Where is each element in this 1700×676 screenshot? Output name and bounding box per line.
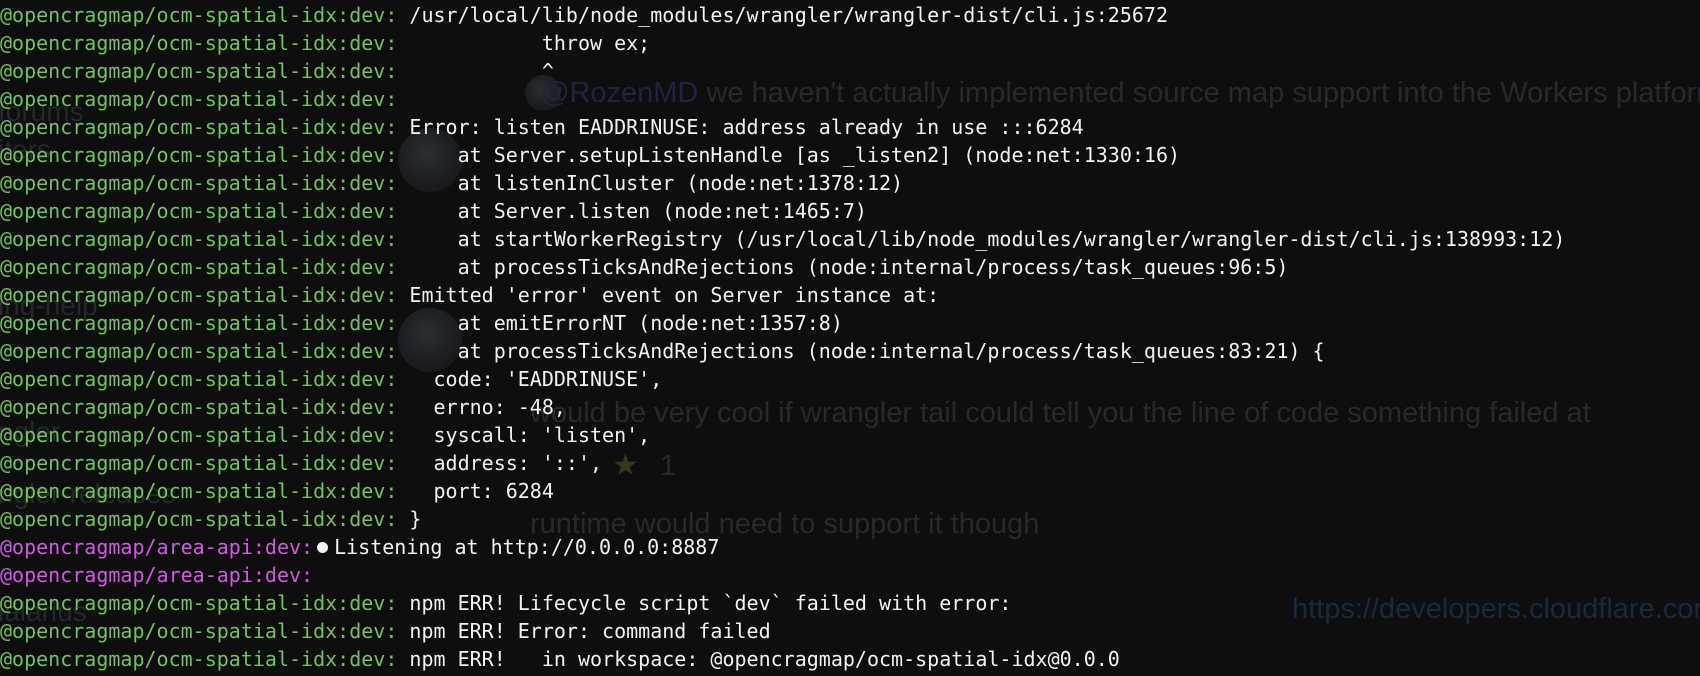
- workspace-prefix: @opencragmap/ocm-spatial-idx:dev:: [0, 143, 398, 167]
- terminal-line-text: /usr/local/lib/node_modules/wrangler/wra…: [397, 3, 1168, 27]
- workspace-prefix: @opencragmap/ocm-spatial-idx:dev:: [0, 3, 398, 27]
- workspace-prefix: @opencragmap/ocm-spatial-idx:dev:: [0, 591, 398, 615]
- terminal-line: @opencragmap/ocm-spatial-idx:dev: errno:…: [0, 393, 1700, 421]
- workspace-prefix: @opencragmap/ocm-spatial-idx:dev:: [0, 87, 398, 111]
- terminal-line-text: at listenInCluster (node:net:1378:12): [397, 171, 904, 195]
- terminal-line-text: code: 'EADDRINUSE',: [397, 367, 663, 391]
- terminal-line: @opencragmap/area-api:dev: Listening at h…: [0, 533, 1700, 561]
- workspace-prefix: @opencragmap/ocm-spatial-idx:dev:: [0, 171, 398, 195]
- workspace-prefix: @opencragmap/ocm-spatial-idx:dev:: [0, 619, 398, 643]
- terminal-line-text: Listening at http://0.0.0.0:8887: [334, 535, 720, 559]
- terminal-line-text: at startWorkerRegistry (/usr/local/lib/n…: [397, 227, 1566, 251]
- terminal-line-text: at emitErrorNT (node:net:1357:8): [397, 311, 843, 335]
- terminal-line-text: Emitted 'error' event on Server instance…: [397, 283, 940, 307]
- terminal-line-text: address: '::',: [397, 451, 603, 475]
- terminal-line: @opencragmap/ocm-spatial-idx:dev: /usr/l…: [0, 1, 1700, 29]
- terminal-line-text: npm ERR! in workspace: @opencragmap/ocm-…: [397, 647, 1120, 671]
- terminal-line-text: at Server.setupListenHandle [as _listen2…: [397, 143, 1181, 167]
- workspace-prefix: @opencragmap/ocm-spatial-idx:dev:: [0, 31, 398, 55]
- workspace-prefix: @opencragmap/ocm-spatial-idx:dev:: [0, 59, 398, 83]
- terminal-line: @opencragmap/ocm-spatial-idx:dev: at Ser…: [0, 197, 1700, 225]
- terminal-line-text: at processTicksAndRejections (node:inter…: [397, 255, 1289, 279]
- bullet-icon: [317, 542, 329, 553]
- terminal-line-text: }: [397, 507, 422, 531]
- terminal-line-text: npm ERR! Lifecycle script `dev` failed w…: [397, 591, 1012, 615]
- terminal-line: @opencragmap/ocm-spatial-idx:dev: throw …: [0, 29, 1700, 57]
- workspace-prefix: @opencragmap/ocm-spatial-idx:dev:: [0, 647, 398, 671]
- terminal-line: @opencragmap/ocm-spatial-idx:dev: npm ER…: [0, 617, 1700, 645]
- terminal-line: @opencragmap/ocm-spatial-idx:dev: Error:…: [0, 113, 1700, 141]
- terminal-line: @opencragmap/ocm-spatial-idx:dev: npm ER…: [0, 645, 1700, 673]
- terminal-line: @opencragmap/ocm-spatial-idx:dev: at lis…: [0, 169, 1700, 197]
- workspace-prefix: @opencragmap/area-api:dev:: [0, 563, 314, 587]
- terminal-line-text: npm ERR! Error: command failed: [397, 619, 771, 643]
- workspace-prefix: @opencragmap/ocm-spatial-idx:dev:: [0, 367, 398, 391]
- terminal-line-text: ^: [397, 59, 554, 83]
- workspace-prefix: @opencragmap/ocm-spatial-idx:dev:: [0, 115, 398, 139]
- workspace-prefix: @opencragmap/ocm-spatial-idx:dev:: [0, 199, 398, 223]
- workspace-prefix: @opencragmap/ocm-spatial-idx:dev:: [0, 339, 398, 363]
- workspace-prefix: @opencragmap/ocm-spatial-idx:dev:: [0, 283, 398, 307]
- workspace-prefix: @opencragmap/area-api:dev:: [0, 535, 314, 559]
- terminal-line: @opencragmap/ocm-spatial-idx:dev: at Ser…: [0, 141, 1700, 169]
- terminal-line: @opencragmap/ocm-spatial-idx:dev: at emi…: [0, 309, 1700, 337]
- terminal-line-text: at Server.listen (node:net:1465:7): [397, 199, 867, 223]
- workspace-prefix: @opencragmap/ocm-spatial-idx:dev:: [0, 451, 398, 475]
- terminal-line: @opencragmap/ocm-spatial-idx:dev: at sta…: [0, 225, 1700, 253]
- workspace-prefix: @opencragmap/ocm-spatial-idx:dev:: [0, 227, 398, 251]
- terminal-output: @opencragmap/ocm-spatial-idx:dev: /usr/l…: [0, 0, 1700, 673]
- workspace-prefix: @opencragmap/ocm-spatial-idx:dev:: [0, 395, 398, 419]
- terminal-line-text: Error: listen EADDRINUSE: address alread…: [397, 115, 1084, 139]
- terminal-line: @opencragmap/ocm-spatial-idx:dev: addres…: [0, 449, 1700, 477]
- terminal-line-text: syscall: 'listen',: [397, 423, 651, 447]
- terminal-line: @opencragmap/ocm-spatial-idx:dev: Emitte…: [0, 281, 1700, 309]
- workspace-prefix: @opencragmap/ocm-spatial-idx:dev:: [0, 311, 398, 335]
- terminal-line: @opencragmap/ocm-spatial-idx:dev: }: [0, 505, 1700, 533]
- terminal-window: forums iters ing-help ngler ngler-releas…: [0, 0, 1700, 676]
- workspace-prefix: @opencragmap/ocm-spatial-idx:dev:: [0, 255, 398, 279]
- terminal-line: @opencragmap/ocm-spatial-idx:dev: npm ER…: [0, 589, 1700, 617]
- workspace-prefix: @opencragmap/ocm-spatial-idx:dev:: [0, 479, 398, 503]
- terminal-line: @opencragmap/ocm-spatial-idx:dev: at pro…: [0, 253, 1700, 281]
- terminal-line: @opencragmap/ocm-spatial-idx:dev: ^: [0, 57, 1700, 85]
- terminal-line: @opencragmap/ocm-spatial-idx:dev:: [0, 85, 1700, 113]
- workspace-prefix: @opencragmap/ocm-spatial-idx:dev:: [0, 423, 398, 447]
- terminal-line: @opencragmap/ocm-spatial-idx:dev: at pro…: [0, 337, 1700, 365]
- terminal-line: @opencragmap/ocm-spatial-idx:dev: code: …: [0, 365, 1700, 393]
- workspace-prefix: @opencragmap/ocm-spatial-idx:dev:: [0, 507, 398, 531]
- terminal-line: @opencragmap/ocm-spatial-idx:dev: port: …: [0, 477, 1700, 505]
- terminal-line: @opencragmap/ocm-spatial-idx:dev: syscal…: [0, 421, 1700, 449]
- terminal-line-text: port: 6284: [397, 479, 554, 503]
- terminal-line-text: throw ex;: [397, 31, 651, 55]
- terminal-line-text: at processTicksAndRejections (node:inter…: [397, 339, 1325, 363]
- terminal-line: @opencragmap/area-api:dev:: [0, 561, 1700, 589]
- terminal-line-text: errno: -48,: [397, 395, 566, 419]
